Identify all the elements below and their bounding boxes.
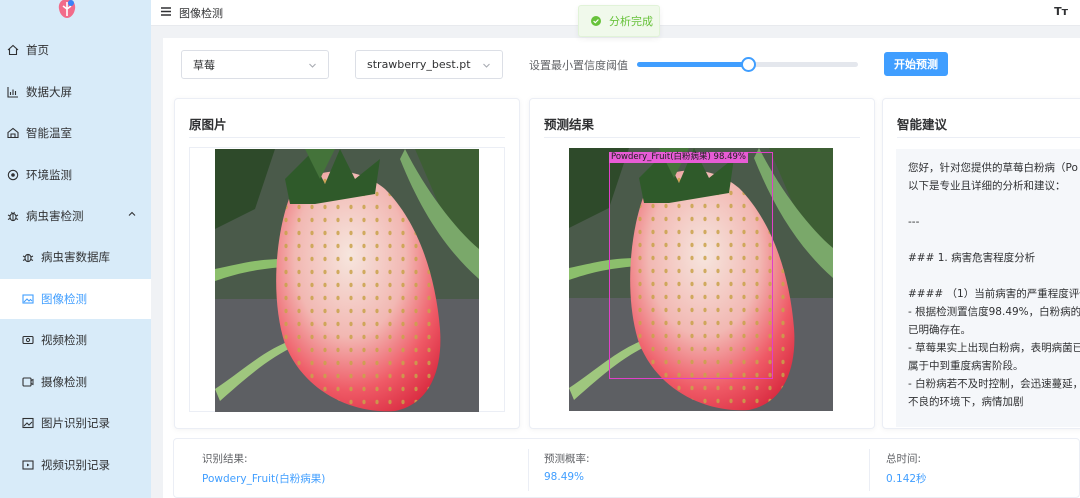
model-select[interactable]: strawberry_best.pt <box>355 50 503 79</box>
sidebar-item-label: 图片识别记录 <box>41 416 110 430</box>
logo-icon <box>58 0 76 18</box>
probability-value: 98.49% <box>544 471 585 483</box>
threshold-slider[interactable] <box>637 57 858 72</box>
page-title: 图像检测 <box>179 7 223 20</box>
greenhouse-icon <box>7 127 19 139</box>
sidebar-item-image-records[interactable]: 图片识别记录 <box>0 403 151 443</box>
crop-select-value: 草莓 <box>193 58 215 72</box>
sidebar-item-dashboard[interactable]: 数据大屏 <box>0 72 151 112</box>
result-value: Powdery_Fruit(白粉病果) <box>202 473 326 485</box>
image-icon <box>22 294 34 304</box>
sidebar: 首页 数据大屏 智能温室 环境监测 病虫害检测 病虫害数据库 图像检测 视频检测… <box>0 0 151 498</box>
sidebar-item-pest-detection[interactable]: 病虫害检测 <box>0 196 151 236</box>
camera-icon <box>22 377 34 387</box>
divider <box>189 137 505 138</box>
sidebar-item-label: 智能温室 <box>26 126 72 140</box>
original-image-card: 原图片 <box>174 98 520 429</box>
advice-line: - 根据检测置信度98.49%，白粉病的 <box>908 306 1080 318</box>
video-record-icon <box>22 460 34 470</box>
divider <box>897 137 1080 138</box>
sidebar-item-video-records[interactable]: 视频识别记录 <box>0 445 151 485</box>
bug-icon <box>7 211 19 222</box>
card-title: 原图片 <box>189 117 227 132</box>
card-title: 预测结果 <box>544 117 595 132</box>
sidebar-item-pest-database[interactable]: 病虫害数据库 <box>0 237 151 277</box>
font-size-icon[interactable]: Tт <box>1054 5 1068 18</box>
check-circle-icon <box>591 16 601 26</box>
smart-advice-card: 智能建议 您好，针对您提供的草莓白粉病（Po 以下是专业且详细的分析和建议： -… <box>882 98 1080 429</box>
prediction-result-card: 预测结果 Powdery_Fruit(白粉病果) 98.49% <box>529 98 875 429</box>
advice-line: 属于中到重度病害阶段。 <box>908 360 1024 372</box>
strawberry-photo <box>215 149 479 412</box>
advice-line: #### （1）当前病害的严重程度评估 <box>908 288 1080 300</box>
advice-line <box>908 267 1080 285</box>
sidebar-item-label: 视频识别记录 <box>41 458 110 472</box>
chevron-up-icon <box>128 211 136 216</box>
time-value: 0.142秒 <box>886 473 927 485</box>
advice-line <box>908 231 1080 249</box>
video-icon <box>22 335 34 345</box>
sidebar-item-label: 环境监测 <box>26 168 72 182</box>
advice-line <box>908 195 1080 213</box>
main-content: 草莓 strawberry_best.pt 设置最小置信度阈值 开始预测 原图片 <box>163 38 1080 498</box>
advice-text: 您好，针对您提供的草莓白粉病（Po 以下是专业且详细的分析和建议： --- ##… <box>896 149 1080 427</box>
advice-line: - 草莓果实上出现白粉病，表明病菌已 <box>908 342 1080 354</box>
threshold-label: 设置最小置信度阈值 <box>529 59 628 72</box>
advice-line: 您好，针对您提供的草莓白粉病（Po <box>908 162 1078 174</box>
sidebar-item-label: 摄像检测 <box>41 375 87 389</box>
result-column: 识别结果: Powdery_Fruit(白粉病果) <box>184 439 524 498</box>
advice-line: 不良的环境下，病情加剧 <box>908 396 1024 408</box>
card-title: 智能建议 <box>897 117 948 132</box>
sidebar-item-label: 病虫害数据库 <box>41 250 110 264</box>
result-image: Powdery_Fruit(白粉病果) 98.49% <box>569 148 833 411</box>
menu-toggle-icon[interactable] <box>161 7 171 16</box>
sidebar-item-label: 数据大屏 <box>26 85 72 99</box>
advice-line: --- <box>908 216 920 228</box>
sidebar-item-home[interactable]: 首页 <box>0 30 151 70</box>
advice-line: - 白粉病若不及时控制，会迅速蔓延， <box>908 378 1080 390</box>
sidebar-item-greenhouse[interactable]: 智能温室 <box>0 113 151 153</box>
sidebar-item-video-detection[interactable]: 视频检测 <box>0 320 151 360</box>
original-image <box>215 149 479 412</box>
bug-icon <box>22 253 34 263</box>
advice-line: 已明确存在。 <box>908 324 971 336</box>
sidebar-item-label: 病虫害检测 <box>26 209 84 223</box>
divider <box>544 137 860 138</box>
result-label: 识别结果: <box>202 453 248 465</box>
bar-chart-icon <box>7 87 18 98</box>
sidebar-item-image-detection[interactable]: 图像检测 <box>0 279 151 319</box>
probability-label: 预测概率: <box>544 453 590 465</box>
sidebar-item-label: 视频检测 <box>41 333 87 347</box>
probability-column: 预测概率: 98.49% <box>526 439 866 498</box>
sidebar-item-camera-detection[interactable]: 摄像检测 <box>0 362 151 402</box>
sidebar-item-environment[interactable]: 环境监测 <box>0 155 151 195</box>
detection-label: Powdery_Fruit(白粉病果) 98.49% <box>609 152 748 163</box>
results-panel: 识别结果: Powdery_Fruit(白粉病果) 预测概率: 98.49% 总… <box>173 438 1080 498</box>
home-icon <box>7 44 19 56</box>
image-frame <box>189 147 505 412</box>
slider-fill <box>637 62 748 67</box>
chevron-down-icon <box>483 63 490 68</box>
time-column: 总时间: 0.142秒 <box>868 439 1078 498</box>
sidebar-item-label: 首页 <box>26 43 49 57</box>
image-record-icon <box>22 417 34 429</box>
model-select-value: strawberry_best.pt <box>367 58 471 71</box>
detection-box: Powdery_Fruit(白粉病果) 98.49% <box>609 152 773 379</box>
sidebar-item-label: 图像检测 <box>41 292 87 306</box>
slider-handle[interactable] <box>740 57 756 72</box>
advice-line: ### 1. 病害危害程度分析 <box>908 252 1036 264</box>
crop-select[interactable]: 草莓 <box>181 50 329 79</box>
time-label: 总时间: <box>886 453 922 465</box>
start-predict-button[interactable]: 开始预测 <box>884 52 948 76</box>
monitor-icon <box>7 169 19 181</box>
success-toast: 分析完成 <box>578 5 660 37</box>
toast-message: 分析完成 <box>609 15 653 28</box>
advice-line: 以下是专业且详细的分析和建议： <box>908 180 1066 192</box>
chevron-down-icon <box>309 63 316 68</box>
